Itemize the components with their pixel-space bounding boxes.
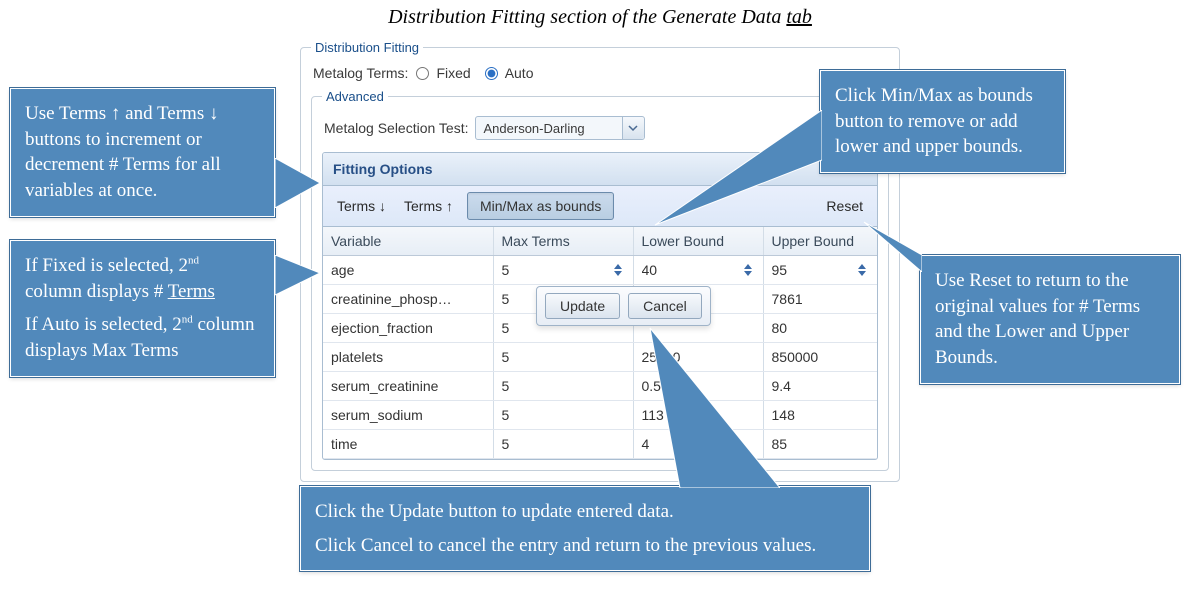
cell-variable[interactable]: serum_sodium xyxy=(323,401,493,430)
metalog-terms-label: Metalog Terms: xyxy=(313,65,408,81)
cell-variable[interactable]: creatinine_phosp… xyxy=(323,285,493,314)
callout-column2-p2: If Auto is selected, 2nd column displays… xyxy=(25,312,260,363)
callout-minmax: Click Min/Max as bounds button to remove… xyxy=(820,70,1065,173)
cell-value[interactable]: 5 xyxy=(493,372,633,401)
cell-value[interactable]: 5 xyxy=(493,401,633,430)
cell-value[interactable]: 5 xyxy=(493,343,633,372)
callout-minmax-text: Click Min/Max as bounds button to remove… xyxy=(835,85,1033,157)
caption-text: Distribution Fitting section of the Gene… xyxy=(388,6,786,28)
col-header-upper[interactable]: Upper Bound xyxy=(763,227,877,256)
callout-minmax-arrow-icon xyxy=(650,110,822,230)
advanced-legend: Advanced xyxy=(322,89,388,104)
callout-terms-text: Use Terms ↑ and Terms ↓ buttons to incre… xyxy=(25,103,221,201)
selection-test-value: Anderson-Darling xyxy=(484,121,585,136)
col-header-max-terms[interactable]: Max Terms xyxy=(493,227,633,256)
radio-auto-label: Auto xyxy=(505,65,534,81)
callout-column2-p1: If Fixed is selected, 2nd column display… xyxy=(25,253,260,304)
upper-bound-input[interactable] xyxy=(772,262,842,278)
callout-terms-arrow-icon xyxy=(275,158,325,208)
col-header-lower[interactable]: Lower Bound xyxy=(633,227,763,256)
table-header-row: Variable Max Terms Lower Bound Upper Bou… xyxy=(323,227,877,256)
callout-update-p1: Click the Update button to update entere… xyxy=(315,499,855,525)
cell-value[interactable]: 5 xyxy=(493,430,633,459)
callout-reset: Use Reset to return to the original valu… xyxy=(920,255,1180,384)
cell-value[interactable]: 850000 xyxy=(763,343,877,372)
distribution-fitting-panel: Distribution Fitting Metalog Terms: Fixe… xyxy=(300,40,900,482)
edit-popup: Update Cancel xyxy=(536,286,711,326)
callout-update-arrow-icon xyxy=(640,326,780,488)
cell-variable[interactable]: serum_creatinine xyxy=(323,372,493,401)
table-row[interactable]: time5485 xyxy=(323,430,877,459)
table-row[interactable]: serum_creatinine50.59.4 xyxy=(323,372,877,401)
cell-variable[interactable]: platelets xyxy=(323,343,493,372)
callout-reset-text: Use Reset to return to the original valu… xyxy=(935,270,1140,368)
cancel-button[interactable]: Cancel xyxy=(628,293,702,319)
caption-tab-word: tab xyxy=(786,6,812,28)
update-button[interactable]: Update xyxy=(545,293,620,319)
distribution-fitting-legend: Distribution Fitting xyxy=(311,40,423,55)
radio-fixed[interactable] xyxy=(416,67,429,80)
fitting-options-table: Variable Max Terms Lower Bound Upper Bou… xyxy=(323,227,877,459)
reset-button[interactable]: Reset xyxy=(822,196,867,216)
callout-update-p2: Click Cancel to cancel the entry and ret… xyxy=(315,533,855,559)
terms-up-button[interactable]: Terms ↑ xyxy=(400,196,457,216)
caption-title: Distribution Fitting section of the Gene… xyxy=(0,6,1200,29)
col-header-variable[interactable]: Variable xyxy=(323,227,493,256)
selection-test-dropdown[interactable]: Anderson-Darling xyxy=(475,116,645,140)
table-row[interactable]: platelets525100850000 xyxy=(323,343,877,372)
cell-value[interactable]: 7861 xyxy=(763,285,877,314)
table-row[interactable]: serum_sodium5113148 xyxy=(323,401,877,430)
cell-variable[interactable]: time xyxy=(323,430,493,459)
callout-terms: Use Terms ↑ and Terms ↓ buttons to incre… xyxy=(10,88,275,217)
spinner-icon[interactable] xyxy=(741,263,755,277)
callout-column2: If Fixed is selected, 2nd column display… xyxy=(10,240,275,377)
lower-bound-input[interactable] xyxy=(642,262,712,278)
cell-value[interactable]: 9.4 xyxy=(763,372,877,401)
cell-value[interactable]: 80 xyxy=(763,314,877,343)
callout-column2-arrow-icon xyxy=(275,255,325,300)
cell-variable[interactable]: ejection_fraction xyxy=(323,314,493,343)
cell-variable[interactable]: age xyxy=(323,256,493,285)
max-terms-input[interactable] xyxy=(502,262,572,278)
callout-reset-arrow-icon xyxy=(862,217,922,272)
table-row[interactable]: age xyxy=(323,256,877,285)
radio-fixed-wrap[interactable]: Fixed xyxy=(416,65,470,81)
cell-value[interactable]: 85 xyxy=(763,430,877,459)
selection-test-label: Metalog Selection Test: xyxy=(324,120,469,136)
cell-value[interactable]: 148 xyxy=(763,401,877,430)
spinner-icon[interactable] xyxy=(611,263,625,277)
minmax-bounds-button[interactable]: Min/Max as bounds xyxy=(467,192,614,220)
radio-auto[interactable] xyxy=(485,67,498,80)
terms-down-button[interactable]: Terms ↓ xyxy=(333,196,390,216)
distribution-fitting-fieldset: Distribution Fitting Metalog Terms: Fixe… xyxy=(300,40,900,482)
radio-auto-wrap[interactable]: Auto xyxy=(485,65,534,81)
metalog-terms-row: Metalog Terms: Fixed Auto xyxy=(311,61,889,89)
radio-fixed-label: Fixed xyxy=(436,65,470,81)
callout-update: Click the Update button to update entere… xyxy=(300,486,870,571)
chevron-down-icon xyxy=(622,117,644,139)
